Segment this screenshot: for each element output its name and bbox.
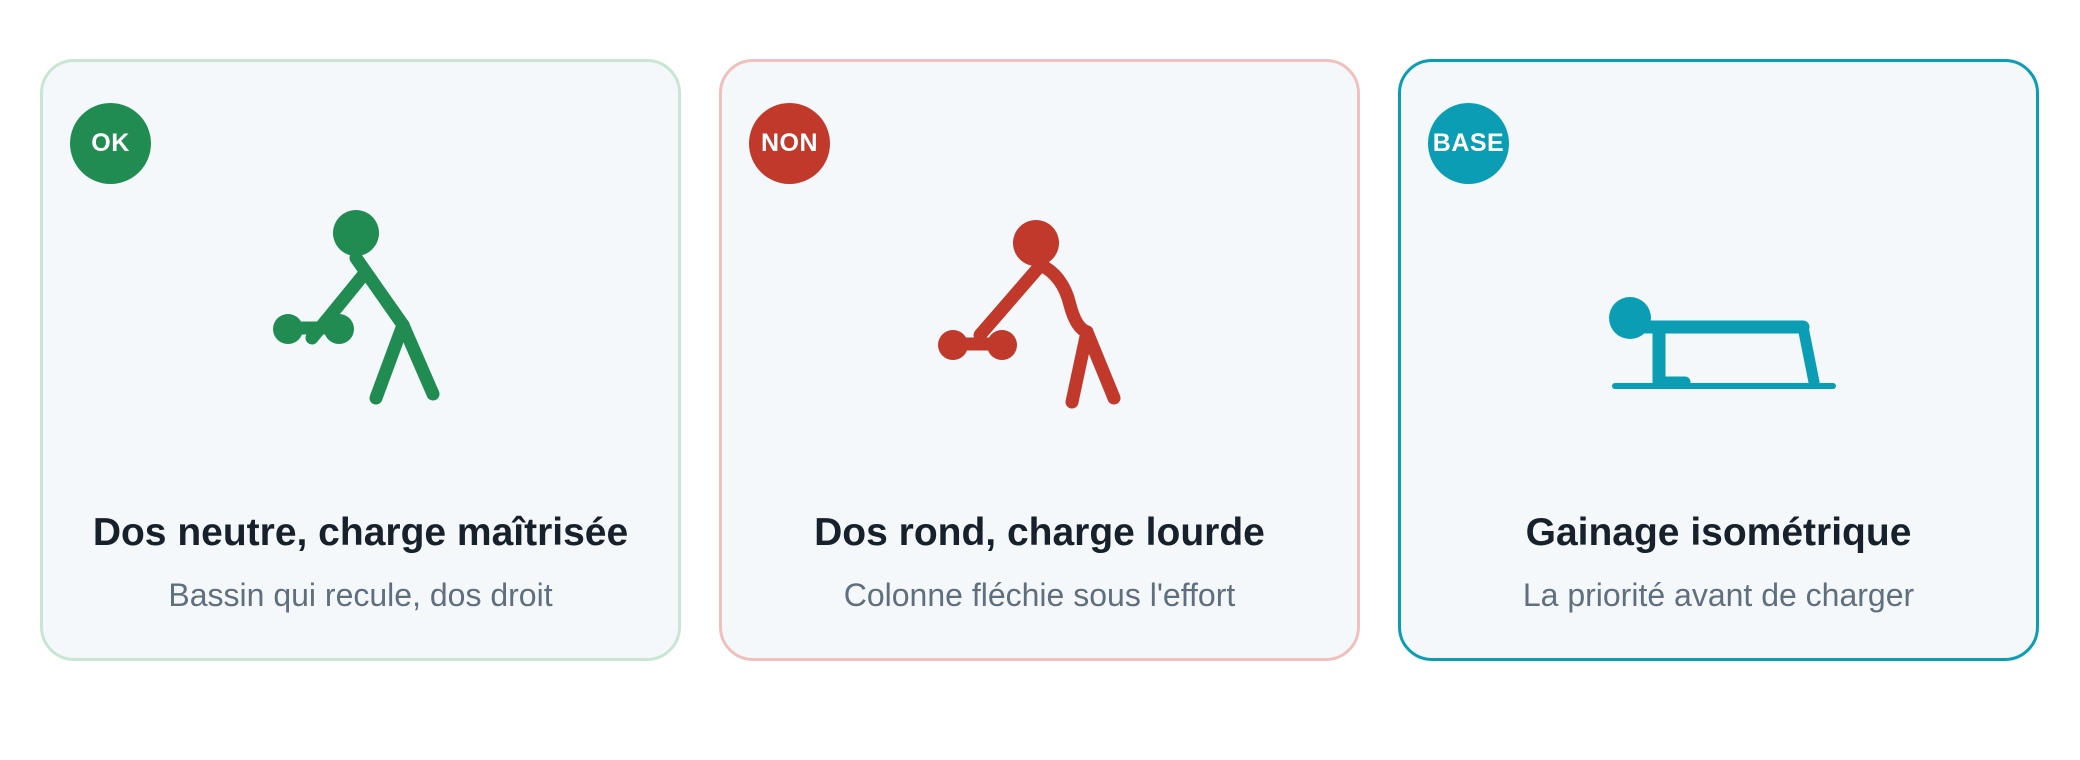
card-no: NON Dos rond, charge lourde Colonne fléc… <box>719 59 1360 661</box>
card-title: Dos rond, charge lourde <box>814 511 1265 554</box>
card-title: Dos neutre, charge maîtrisée <box>92 511 629 554</box>
card-base: BASE Gainage isométrique La priorité ava… <box>1398 59 2039 661</box>
status-badge-base: BASE <box>1428 103 1509 184</box>
card-grid: OK Dos neutre, charge maîtrisée Bassin q… <box>40 59 2040 661</box>
card-title: Gainage isométrique <box>1525 511 1912 554</box>
status-badge-no: NON <box>749 103 830 184</box>
card-subtitle: La priorité avant de charger <box>1522 577 1915 613</box>
card-subtitle: Bassin qui recule, dos droit <box>168 577 553 613</box>
status-badge-ok: OK <box>70 103 151 184</box>
card-ok: OK Dos neutre, charge maîtrisée Bassin q… <box>40 59 681 661</box>
card-subtitle: Colonne fléchie sous l'effort <box>843 577 1236 613</box>
